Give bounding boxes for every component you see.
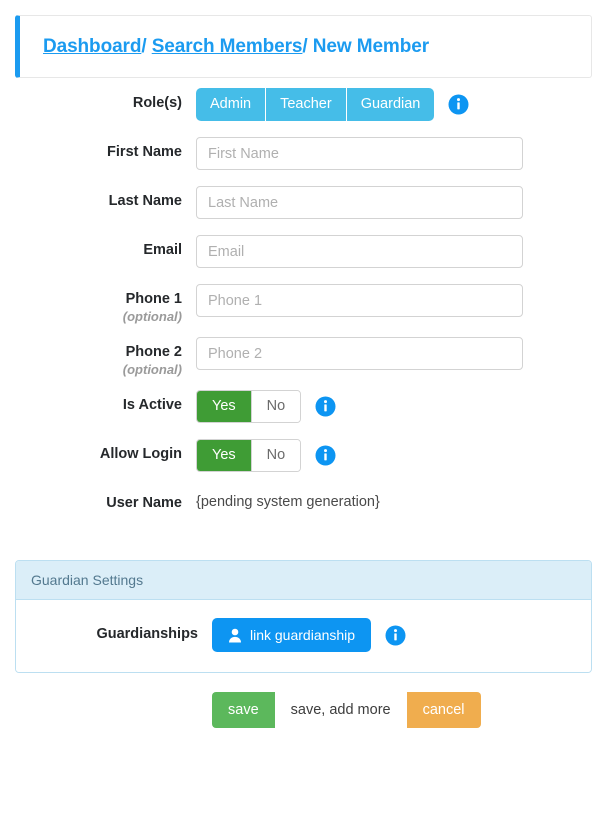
label-phone-2-text: Phone 2 — [125, 344, 182, 360]
link-guardianship-label: link guardianship — [250, 627, 356, 643]
label-is-active: Is Active — [0, 390, 196, 414]
cancel-button[interactable]: cancel — [406, 692, 481, 728]
member-form: Role(s) Admin Teacher Guardian First Nam… — [0, 88, 606, 512]
field-last-name — [196, 186, 606, 219]
link-guardianship-button[interactable]: link guardianship — [212, 618, 372, 652]
breadcrumb-separator-1: / — [141, 35, 147, 57]
new-member-page: Dashboard/ Search Members/ New Member Ro… — [0, 0, 606, 815]
form-row-first-name: First Name — [0, 137, 606, 170]
form-row-guardianships: Guardianships link guardianship — [16, 618, 591, 652]
label-last-name: Last Name — [0, 186, 196, 210]
field-roles: Admin Teacher Guardian — [196, 88, 606, 121]
guardian-settings-panel: Guardian Settings Guardianships link gua… — [15, 560, 592, 673]
role-button-teacher[interactable]: Teacher — [266, 88, 347, 121]
form-row-is-active: Is Active Yes No — [0, 390, 606, 423]
field-guardianships: link guardianship — [212, 618, 591, 652]
phone-2-input[interactable] — [196, 337, 523, 370]
info-icon-allow-login[interactable] — [315, 445, 336, 466]
label-is-active-text: Is Active — [122, 397, 182, 413]
is-active-toggle: Yes No — [196, 390, 302, 423]
label-first-name: First Name — [0, 137, 196, 161]
label-phone-1-text: Phone 1 — [125, 291, 182, 307]
label-phone-1: Phone 1 (optional) — [0, 284, 196, 325]
guardian-settings-title: Guardian Settings — [16, 561, 591, 600]
first-name-input[interactable] — [196, 137, 523, 170]
allow-login-no-button[interactable]: No — [250, 440, 301, 471]
label-phone-1-optional: (optional) — [122, 309, 182, 324]
label-guardianships-text: Guardianships — [96, 626, 198, 642]
field-allow-login: Yes No — [196, 439, 606, 472]
label-roles-text: Role(s) — [132, 95, 182, 111]
field-first-name — [196, 137, 606, 170]
is-active-no-button[interactable]: No — [250, 391, 301, 422]
form-row-phone-1: Phone 1 (optional) — [0, 284, 606, 325]
form-row-email: Email — [0, 235, 606, 268]
breadcrumb-current: New Member — [312, 35, 429, 57]
label-email: Email — [0, 235, 196, 259]
form-row-last-name: Last Name — [0, 186, 606, 219]
person-icon — [228, 628, 242, 643]
role-button-guardian[interactable]: Guardian — [346, 88, 435, 121]
save-add-more-button[interactable]: save, add more — [274, 692, 407, 728]
label-user-name: User Name — [0, 488, 196, 512]
label-guardianships: Guardianships — [16, 618, 212, 643]
label-allow-login-text: Allow Login — [99, 446, 182, 462]
last-name-input[interactable] — [196, 186, 523, 219]
breadcrumb-link-search-members[interactable]: Search Members — [152, 36, 303, 57]
is-active-yes-button[interactable]: Yes — [197, 391, 251, 422]
save-button[interactable]: save — [212, 692, 275, 728]
label-phone-2-optional: (optional) — [122, 362, 182, 377]
field-phone-2 — [196, 337, 606, 370]
info-icon-roles[interactable] — [448, 94, 469, 115]
allow-login-yes-button[interactable]: Yes — [197, 440, 251, 471]
label-email-text: Email — [143, 242, 182, 258]
phone-1-input[interactable] — [196, 284, 523, 317]
user-name-value: {pending system generation} — [196, 494, 380, 510]
email-input[interactable] — [196, 235, 523, 268]
label-first-name-text: First Name — [107, 144, 182, 160]
action-button-group: save save, add more cancel — [212, 692, 481, 728]
form-actions: save save, add more cancel — [0, 692, 606, 728]
breadcrumb-separator-2: / — [302, 35, 308, 57]
breadcrumb: Dashboard/ Search Members/ New Member — [20, 36, 429, 58]
field-phone-1 — [196, 284, 606, 317]
label-user-name-text: User Name — [106, 495, 182, 511]
label-allow-login: Allow Login — [0, 439, 196, 463]
form-row-allow-login: Allow Login Yes No — [0, 439, 606, 472]
field-user-name: {pending system generation} — [196, 488, 606, 510]
label-roles: Role(s) — [0, 88, 196, 112]
role-button-group: Admin Teacher Guardian — [196, 88, 435, 121]
label-last-name-text: Last Name — [108, 193, 182, 209]
form-row-roles: Role(s) Admin Teacher Guardian — [0, 88, 606, 121]
role-button-admin[interactable]: Admin — [196, 88, 267, 121]
field-email — [196, 235, 606, 268]
form-row-phone-2: Phone 2 (optional) — [0, 337, 606, 378]
form-row-user-name: User Name {pending system generation} — [0, 488, 606, 512]
label-phone-2: Phone 2 (optional) — [0, 337, 196, 378]
info-icon-guardianships[interactable] — [385, 625, 406, 646]
guardian-settings-body: Guardianships link guardianship — [16, 600, 591, 672]
breadcrumb-card: Dashboard/ Search Members/ New Member — [15, 15, 592, 78]
info-icon-is-active[interactable] — [315, 396, 336, 417]
allow-login-toggle: Yes No — [196, 439, 302, 472]
breadcrumb-link-dashboard[interactable]: Dashboard — [43, 36, 141, 57]
field-is-active: Yes No — [196, 390, 606, 423]
